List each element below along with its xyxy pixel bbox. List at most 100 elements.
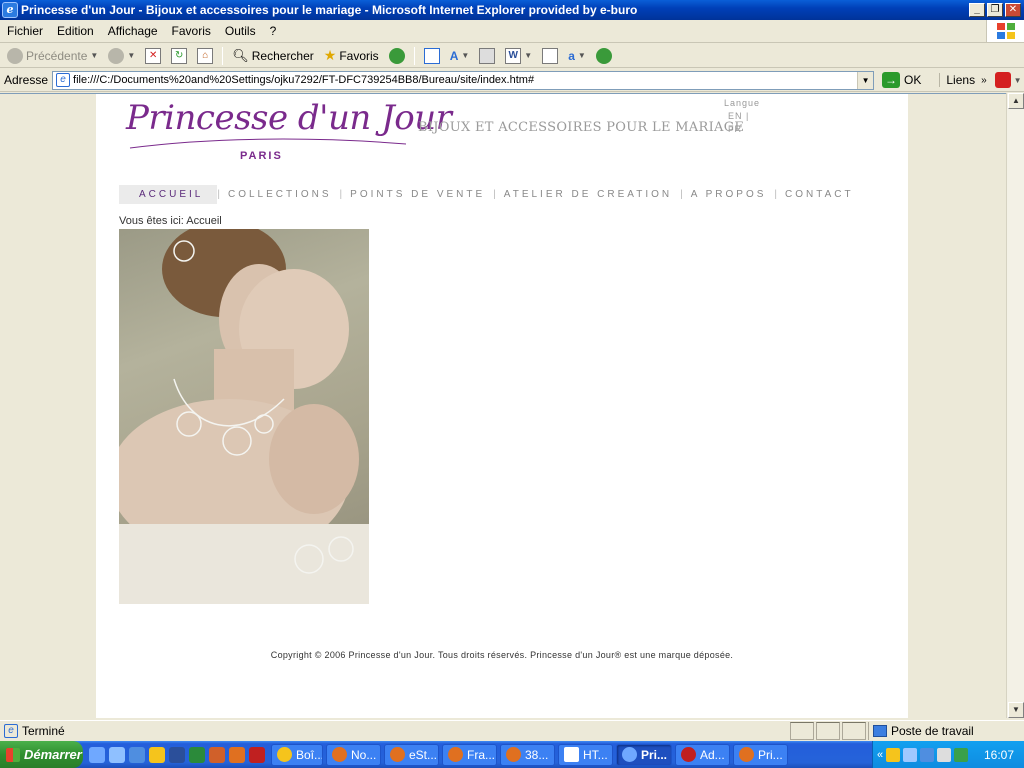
nav-collections[interactable]: COLLECTIONS	[220, 189, 340, 200]
user-quicklaunch-icon[interactable]	[109, 746, 125, 763]
chevron-down-icon[interactable]: ▼	[90, 51, 98, 60]
address-input[interactable]: e file:///C:/Documents%20and%20Settings/…	[52, 70, 875, 90]
menu-affichage[interactable]: Affichage	[101, 24, 165, 38]
nav-atelier[interactable]: ATELIER DE CREATION	[496, 189, 680, 200]
nav-points-de-vente[interactable]: POINTS DE VENTE	[342, 189, 493, 200]
logo-script: Princesse d'un Jour	[126, 98, 452, 138]
search-label: Rechercher	[251, 48, 314, 63]
copy-button[interactable]	[539, 45, 561, 67]
info-tray-icon[interactable]	[920, 747, 935, 762]
ie-quicklaunch-icon[interactable]	[89, 746, 105, 763]
windows-logo-icon	[986, 20, 1024, 42]
tray-expand-icon[interactable]: «	[877, 749, 883, 761]
browser-quicklaunch-icon[interactable]	[129, 746, 145, 763]
history-button[interactable]	[386, 45, 408, 67]
status-text: Terminé	[22, 723, 65, 738]
task-button[interactable]: Ad...	[675, 743, 730, 766]
task-button[interactable]: HT...	[558, 743, 613, 766]
task-button[interactable]: 38...	[500, 743, 555, 766]
web-page: Princesse d'un Jour PARIS BIJOUX ET ACCE…	[96, 94, 908, 718]
site-nav: ACCUEIL | COLLECTIONS | POINTS DE VENTE …	[119, 184, 862, 204]
menu-favoris[interactable]: Favoris	[165, 24, 218, 38]
start-button[interactable]: Démarrer	[0, 741, 83, 768]
address-bar: Adresse e file:///C:/Documents%20and%20S…	[0, 69, 1024, 92]
task-button-active[interactable]: Pri...	[616, 743, 672, 766]
refresh-button[interactable]: ↻	[168, 45, 190, 67]
menu-outils[interactable]: Outils	[218, 24, 263, 38]
start-label: Démarrer	[24, 747, 82, 762]
stop-button[interactable]: ✕	[142, 45, 164, 67]
forward-button[interactable]: ▼	[105, 45, 138, 67]
maximize-button[interactable]: ❐	[987, 3, 1003, 17]
address-url[interactable]: file:///C:/Documents%20and%20Settings/oj…	[73, 74, 857, 86]
menu-fichier[interactable]: Fichier	[0, 24, 50, 38]
vertical-scrollbar[interactable]: ▲ ▼	[1006, 93, 1024, 718]
firefox-icon	[448, 747, 463, 762]
scroll-down-icon[interactable]: ▼	[1008, 702, 1024, 718]
copy-icon	[542, 47, 559, 64]
task-button[interactable]: eSt...	[384, 743, 439, 766]
lang-en-link[interactable]: EN |	[724, 110, 760, 123]
acrobat-icon	[681, 747, 696, 762]
clock-tray-icon[interactable]	[886, 747, 901, 762]
back-button[interactable]: Précédente ▼	[4, 45, 101, 67]
favorites-label: Favoris	[339, 48, 379, 63]
chevron-right-icon[interactable]: »	[981, 75, 987, 86]
chevron-down-icon[interactable]: ▼	[524, 51, 532, 60]
excel-quicklaunch-icon[interactable]	[189, 746, 205, 763]
media-quicklaunch-icon[interactable]	[249, 746, 265, 763]
font-button[interactable]: A ▼	[447, 45, 473, 67]
menu-help[interactable]: ?	[263, 24, 284, 38]
print-button[interactable]	[476, 45, 498, 67]
task-button[interactable]: Fra...	[442, 743, 497, 766]
language-selector: Langue EN | FR	[724, 97, 760, 136]
chevron-down-icon[interactable]: ▼	[127, 51, 135, 60]
edit-button[interactable]: W ▼	[502, 45, 535, 67]
copyright-text: Copyright © 2006 Princesse d'un Jour. To…	[270, 650, 734, 660]
security-tray-icon[interactable]	[937, 747, 952, 762]
home-button[interactable]: ⌂	[194, 45, 216, 67]
quick-launch	[83, 746, 271, 763]
translate-button[interactable]: a ▼	[565, 45, 589, 67]
chevron-down-icon[interactable]: ▼	[1014, 76, 1022, 85]
nav-a-propos[interactable]: A PROPOS	[683, 189, 775, 200]
clock[interactable]: 16:07	[984, 748, 1014, 762]
system-tray: « 16:07	[872, 741, 1024, 768]
pdf-icon[interactable]	[994, 72, 1011, 88]
minimize-button[interactable]: _	[969, 3, 985, 17]
window-titlebar[interactable]: e Princesse d'un Jour - Bijoux et access…	[0, 0, 1024, 20]
nav-accueil[interactable]: ACCUEIL	[119, 184, 218, 204]
chevron-down-icon[interactable]: ▼	[578, 51, 586, 60]
task-label: Fra...	[467, 747, 496, 762]
chevron-down-icon[interactable]: ▼	[461, 51, 469, 60]
antivirus-tray-icon[interactable]	[954, 747, 969, 762]
status-bar: e Terminé Poste de travail	[0, 720, 1024, 740]
scroll-up-icon[interactable]: ▲	[1008, 93, 1024, 109]
langue-label: Langue	[724, 98, 761, 108]
favorites-button[interactable]: ★ Favoris	[321, 45, 382, 67]
task-button[interactable]: Boî...	[271, 743, 323, 766]
lang-fr-link[interactable]: FR	[724, 123, 760, 136]
nav-contact[interactable]: CONTACT	[777, 189, 862, 200]
firefox-quicklaunch-icon[interactable]	[229, 746, 245, 763]
task-button[interactable]: No...	[326, 743, 381, 766]
menu-edition[interactable]: Edition	[50, 24, 101, 38]
task-label: Pri...	[641, 747, 668, 762]
close-button[interactable]: ✕	[1005, 3, 1021, 17]
firefox-icon	[739, 747, 754, 762]
site-logo[interactable]: Princesse d'un Jour PARIS	[126, 98, 452, 162]
printer-icon	[479, 47, 496, 64]
search-button[interactable]: 🔍︎ Rechercher	[229, 45, 317, 67]
links-bar[interactable]: Liens »	[939, 73, 987, 87]
go-button[interactable]: → OK	[882, 72, 921, 88]
site-tagline: BIJOUX ET ACCESSOIRES POUR LE MARIAGE	[418, 120, 745, 135]
task-button[interactable]: Pri...	[733, 743, 788, 766]
word-quicklaunch-icon[interactable]	[169, 746, 185, 763]
clock-quicklaunch-icon[interactable]	[149, 746, 165, 763]
chevron-down-icon[interactable]: ▼	[857, 71, 874, 89]
network-tray-icon[interactable]	[903, 747, 918, 762]
powerpoint-quicklaunch-icon[interactable]	[209, 746, 225, 763]
firefox-icon	[506, 747, 521, 762]
new-window-button[interactable]	[421, 45, 443, 67]
messenger-button[interactable]	[593, 45, 615, 67]
